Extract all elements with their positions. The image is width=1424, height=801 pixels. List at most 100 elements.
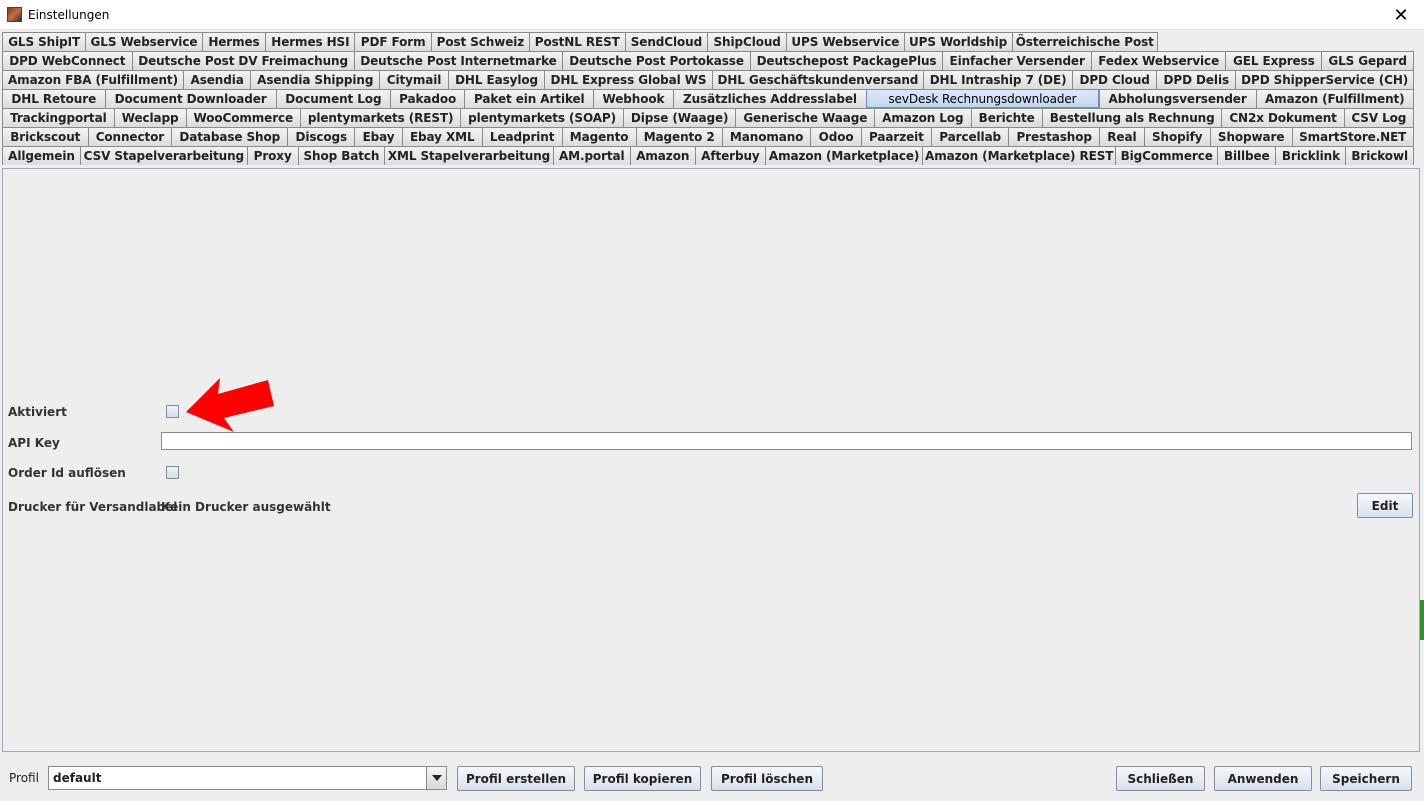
- tab-gel-express[interactable]: GEL Express: [1225, 51, 1322, 70]
- tab-deutschepost-packageplus[interactable]: Deutschepost PackagePlus: [749, 51, 943, 70]
- tab-proxy[interactable]: Proxy: [246, 146, 298, 165]
- tab-bigcommerce[interactable]: BigCommerce: [1115, 146, 1218, 165]
- tab-amazon-fulfillment[interactable]: Amazon (Fulfillment): [1255, 89, 1414, 108]
- tab-gls-webservice[interactable]: GLS Webservice: [85, 32, 202, 51]
- tab-odoo[interactable]: Odoo: [810, 127, 861, 146]
- tab-amazon-marketplace-rest[interactable]: Amazon (Marketplace) REST: [922, 146, 1116, 165]
- tab-citymail[interactable]: Citymail: [379, 70, 448, 89]
- tab-berichte[interactable]: Berichte: [970, 108, 1042, 127]
- window-edge-decoration: [1420, 600, 1424, 640]
- tab-magento-2[interactable]: Magento 2: [635, 127, 722, 146]
- tab-deutsche-post-internetmarke[interactable]: Deutsche Post Internetmarke: [353, 51, 563, 70]
- tab-ups-worldship[interactable]: UPS Worldship: [903, 32, 1012, 51]
- tab-amazon-marketplace[interactable]: Amazon (Marketplace): [765, 146, 923, 165]
- tab-paket-ein-artikel[interactable]: Paket ein Artikel: [464, 89, 594, 108]
- tab-plentymarkets-rest[interactable]: plentymarkets (REST): [299, 108, 461, 127]
- tab-parcellab[interactable]: Parcellab: [931, 127, 1009, 146]
- tab-magento[interactable]: Magento: [561, 127, 636, 146]
- tab-database-shop[interactable]: Database Shop: [171, 127, 288, 146]
- order-id-checkbox[interactable]: [166, 466, 179, 479]
- tab-fedex-webservice[interactable]: Fedex Webservice: [1091, 51, 1226, 70]
- tab-post-schweiz[interactable]: Post Schweiz: [430, 32, 529, 51]
- tab-asendia-shipping[interactable]: Asendia Shipping: [250, 70, 380, 89]
- tab-bestellung-als-rechnung[interactable]: Bestellung als Rechnung: [1041, 108, 1222, 127]
- tab-csv-stapelverarbeitung[interactable]: CSV Stapelverarbeitung: [79, 146, 247, 165]
- tab-prestashop[interactable]: Prestashop: [1008, 127, 1100, 146]
- profil-select[interactable]: default: [48, 766, 447, 790]
- tab-cn2x-dokument[interactable]: CN2x Dokument: [1221, 108, 1344, 127]
- tab-document-log[interactable]: Document Log: [275, 89, 390, 108]
- tab-am-portal[interactable]: AM.portal: [552, 146, 630, 165]
- tab-shipcloud[interactable]: ShipCloud: [707, 32, 787, 51]
- chevron-down-icon[interactable]: [426, 767, 446, 789]
- tab-hermes-hsi[interactable]: Hermes HSI: [265, 32, 355, 51]
- tab-deutsche-post-portokasse[interactable]: Deutsche Post Portokasse: [562, 51, 750, 70]
- tab-brickscout[interactable]: Brickscout: [2, 127, 88, 146]
- tab-ups-webservice[interactable]: UPS Webservice: [786, 32, 904, 51]
- tab-generische-waage[interactable]: Generische Waage: [735, 108, 875, 127]
- tab-discogs[interactable]: Discogs: [287, 127, 355, 146]
- edit-button[interactable]: Edit: [1357, 493, 1413, 518]
- tab-afterbuy[interactable]: Afterbuy: [694, 146, 766, 165]
- api-key-input[interactable]: [161, 432, 1412, 450]
- tab-trackingportal[interactable]: Trackingportal: [2, 108, 114, 127]
- tab-einfacher-versender[interactable]: Einfacher Versender: [942, 51, 1092, 70]
- tab-postnl-rest[interactable]: PostNL REST: [528, 32, 625, 51]
- tab-dhl-intraship-7-de[interactable]: DHL Intraship 7 (DE): [923, 70, 1073, 89]
- tab-csv-log[interactable]: CSV Log: [1343, 108, 1414, 127]
- tab-gls-shipit[interactable]: GLS ShipIT: [2, 32, 86, 51]
- speichern-button[interactable]: Speichern: [1320, 766, 1412, 791]
- profil-loeschen-button[interactable]: Profil löschen: [711, 766, 823, 791]
- tab-abholungsversender[interactable]: Abholungsversender: [1098, 89, 1256, 108]
- tab-ebay-xml[interactable]: Ebay XML: [401, 127, 482, 146]
- tab-dhl-retoure[interactable]: DHL Retoure: [2, 89, 105, 108]
- tab-shopify[interactable]: Shopify: [1143, 127, 1210, 146]
- tab-woocommerce[interactable]: WooCommerce: [185, 108, 300, 127]
- tab-webhook[interactable]: Webhook: [593, 89, 673, 108]
- tab-leadprint[interactable]: Leadprint: [481, 127, 562, 146]
- tab-dipse-waage[interactable]: Dipse (Waage): [622, 108, 736, 127]
- tab-zus-tzliches-addresslabel[interactable]: Zusätzliches Addresslabel: [672, 89, 867, 108]
- close-icon[interactable]: ✕: [1378, 0, 1424, 30]
- tab-paarzeit[interactable]: Paarzeit: [860, 127, 932, 146]
- tab-asendia[interactable]: Asendia: [182, 70, 251, 89]
- schliessen-button[interactable]: Schließen: [1116, 766, 1205, 791]
- tab-amazon[interactable]: Amazon: [629, 146, 695, 165]
- tab-dhl-express-global-ws[interactable]: DHL Express Global WS: [544, 70, 712, 89]
- tab-shopware[interactable]: Shopware: [1209, 127, 1292, 146]
- tab-allgemein[interactable]: Allgemein: [2, 146, 80, 165]
- tab-shop-batch[interactable]: Shop Batch: [297, 146, 385, 165]
- tab-xml-stapelverarbeitung[interactable]: XML Stapelverarbeitung: [384, 146, 553, 165]
- tab-dpd-cloud[interactable]: DPD Cloud: [1072, 70, 1157, 89]
- tab-smartstore-net[interactable]: SmartStore.NET: [1291, 127, 1414, 146]
- tab-manomano[interactable]: Manomano: [721, 127, 811, 146]
- anwenden-button[interactable]: Anwenden: [1214, 766, 1312, 791]
- tab-hermes[interactable]: Hermes: [201, 32, 266, 51]
- tab-dpd-webconnect[interactable]: DPD WebConnect: [2, 51, 132, 70]
- tab-weclapp[interactable]: Weclapp: [113, 108, 186, 127]
- tab-gls-gepard[interactable]: GLS Gepard: [1321, 51, 1414, 70]
- tab-dhl-gesch-ftskundenversand[interactable]: DHL Geschäftskundenversand: [711, 70, 924, 89]
- tab-document-downloader[interactable]: Document Downloader: [104, 89, 276, 108]
- tab-ebay[interactable]: Ebay: [354, 127, 402, 146]
- tab-deutsche-post-dv-freimachung[interactable]: Deutsche Post DV Freimachung: [131, 51, 354, 70]
- tab-connector[interactable]: Connector: [87, 127, 172, 146]
- tab-amazon-log[interactable]: Amazon Log: [874, 108, 971, 127]
- tab-sterreichische-post[interactable]: Österreichische Post: [1011, 32, 1158, 51]
- tab-bricklink[interactable]: Bricklink: [1275, 146, 1346, 165]
- profil-kopieren-button[interactable]: Profil kopieren: [584, 766, 701, 791]
- tab-pakadoo[interactable]: Pakadoo: [389, 89, 465, 108]
- tab-dpd-delis[interactable]: DPD Delis: [1156, 70, 1236, 89]
- tab-sendcloud[interactable]: SendCloud: [624, 32, 708, 51]
- profil-erstellen-button[interactable]: Profil erstellen: [457, 766, 575, 791]
- tab-plentymarkets-soap[interactable]: plentymarkets (SOAP): [460, 108, 623, 127]
- tab-brickowl[interactable]: Brickowl: [1345, 146, 1414, 165]
- tab-dhl-easylog[interactable]: DHL Easylog: [447, 70, 545, 89]
- tab-amazon-fba-fulfillment[interactable]: Amazon FBA (Fulfillment): [2, 70, 183, 89]
- tab-billbee[interactable]: Billbee: [1217, 146, 1276, 165]
- tab-pdf-form[interactable]: PDF Form: [354, 32, 431, 51]
- aktiviert-checkbox[interactable]: [166, 405, 179, 418]
- tab-real[interactable]: Real: [1099, 127, 1144, 146]
- tab-sevdesk-rechnungsdownloader[interactable]: sevDesk Rechnungsdownloader: [866, 89, 1099, 108]
- tab-dpd-shipperservice-ch[interactable]: DPD ShipperService (CH): [1235, 70, 1414, 89]
